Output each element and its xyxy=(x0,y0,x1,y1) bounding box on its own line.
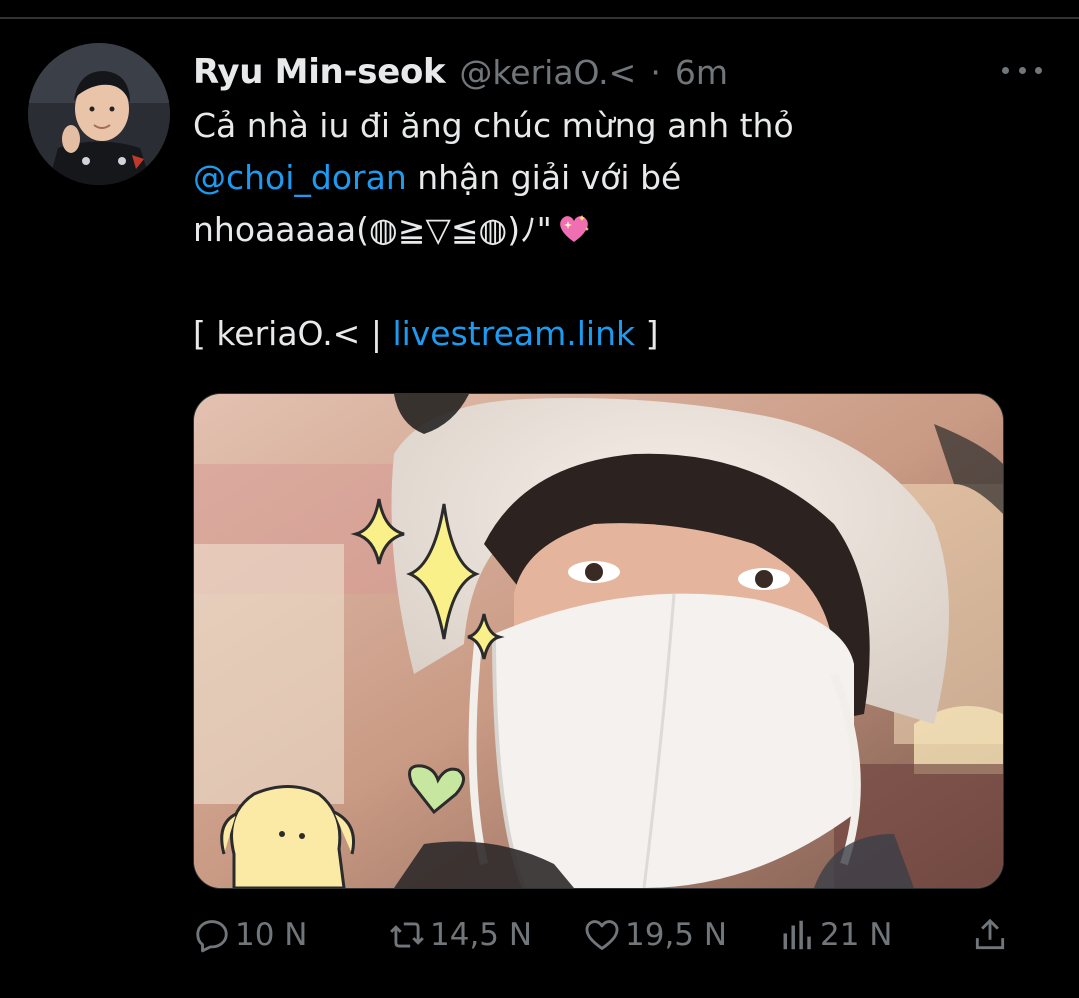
more-icon[interactable] xyxy=(1002,60,1042,80)
tweet-text-line-2-rest: nhận giải với bé xyxy=(406,158,682,197)
retweet-count: 14,5 N xyxy=(430,917,533,953)
tweet-photo[interactable] xyxy=(193,393,1004,889)
tweet-text-line-4-open: [ keriaO.< | xyxy=(193,314,393,353)
like-count: 19,5 N xyxy=(625,917,728,953)
retweet-button[interactable]: 14,5 N xyxy=(388,912,532,958)
tweet-text-line-4-close: ] xyxy=(635,314,659,353)
share-button[interactable] xyxy=(971,912,1009,958)
user-handle[interactable]: @keriaO.< xyxy=(459,53,636,92)
tweet-header: Ryu Min-seok @keriaO.< · 6m xyxy=(193,50,728,94)
tweet-text: Cả nhà iu đi ăng chúc mừng anh thỏ @choi… xyxy=(193,100,1053,360)
reply-button[interactable]: 10 N xyxy=(193,912,308,958)
sparkling-heart-icon xyxy=(560,214,589,242)
tweet-text-line-4: [ keriaO.< | livestream.link ] xyxy=(193,308,1053,360)
display-name[interactable]: Ryu Min-seok xyxy=(193,52,446,92)
reply-icon xyxy=(196,920,228,953)
tweet-text-line-3: nhoaaaaa(◍≧▽≦◍)ﾉ" xyxy=(193,204,1053,256)
avatar-image xyxy=(28,43,170,185)
mention-link[interactable]: @choi_doran xyxy=(193,158,407,197)
like-icon xyxy=(585,920,619,950)
views-count: 21 N xyxy=(820,917,893,953)
reply-count: 10 N xyxy=(235,917,308,953)
like-button[interactable]: 19,5 N xyxy=(583,912,727,958)
tweet-photo-image xyxy=(194,394,1003,888)
views-button[interactable]: 21 N xyxy=(778,912,893,958)
share-icon xyxy=(975,918,1005,950)
timestamp[interactable]: 6m xyxy=(675,53,728,92)
retweet-icon xyxy=(390,922,424,948)
tweet-text-line-2: @choi_doran nhận giải với bé xyxy=(193,152,1053,204)
tweet-actions: 10 N 14,5 N 19,5 N 21 N xyxy=(193,912,1013,958)
views-icon xyxy=(783,920,811,950)
tweet-text-line-1: Cả nhà iu đi ăng chúc mừng anh thỏ xyxy=(193,106,794,145)
livestream-link[interactable]: livestream.link xyxy=(392,314,635,353)
tweet-text-line-3-text: nhoaaaaa(◍≧▽≦◍)ﾉ" xyxy=(193,210,552,249)
avatar[interactable] xyxy=(28,43,170,185)
separator-dot: · xyxy=(650,52,661,92)
top-divider xyxy=(0,17,1079,19)
